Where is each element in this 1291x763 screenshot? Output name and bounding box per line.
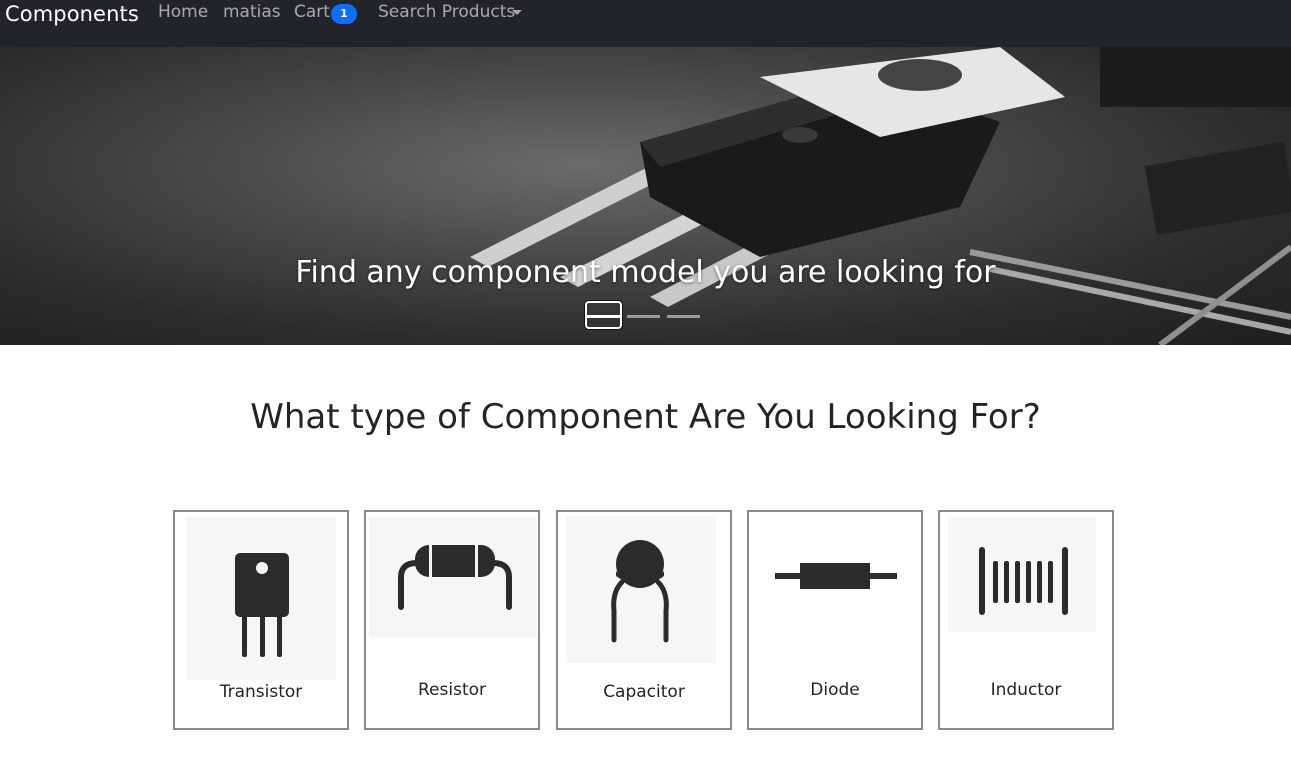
resistor-icon [369, 517, 537, 637]
category-label: Transistor [219, 682, 303, 702]
category-label: Inductor [990, 680, 1062, 700]
nav-home-link[interactable]: Home [158, 2, 208, 22]
carousel-indicator-1[interactable] [587, 315, 620, 318]
category-label: Resistor [418, 680, 486, 700]
navbar: Components Home matias Cart 1 Search Pro… [0, 0, 1291, 47]
search-products-dropdown[interactable]: Search Products [378, 2, 515, 22]
carousel-indicator-2[interactable] [627, 315, 660, 318]
category-card-diode[interactable]: Diode [747, 510, 923, 730]
brand-link[interactable]: Components [5, 2, 139, 26]
carousel-indicator-3[interactable] [667, 315, 700, 318]
chevron-down-icon [512, 10, 522, 15]
category-label: Diode [810, 680, 860, 700]
transistor-photo [470, 47, 1291, 345]
hero-carousel: Find any component model you are looking… [0, 47, 1291, 345]
category-card-resistor[interactable]: Resistor [364, 510, 540, 730]
category-card-capacitor[interactable]: Capacitor [556, 510, 732, 730]
section-heading: What type of Component Are You Looking F… [250, 397, 1041, 437]
transistor-icon [186, 517, 336, 680]
capacitor-icon [566, 516, 716, 663]
nav-user-link[interactable]: matias [223, 2, 281, 22]
category-card-transistor[interactable]: Transistor [173, 510, 349, 730]
category-label: Capacitor [603, 682, 685, 702]
cart-count-badge: 1 [331, 4, 357, 24]
inductor-icon [948, 517, 1096, 632]
diode-icon [767, 517, 907, 645]
category-card-inductor[interactable]: Inductor [938, 510, 1114, 730]
hero-caption: Find any component model you are looking… [295, 255, 996, 290]
nav-cart-link[interactable]: Cart [294, 2, 330, 22]
